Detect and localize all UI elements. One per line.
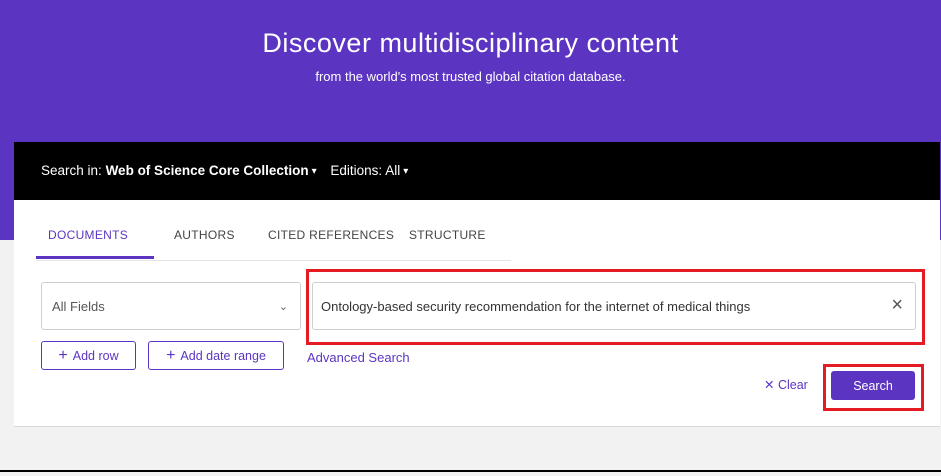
plus-icon: +: [58, 346, 68, 364]
divider: [0, 470, 941, 472]
add-row-label: Add row: [72, 348, 119, 363]
clear-button[interactable]: ✕ Clear: [764, 377, 808, 392]
highlight-box-query: [306, 269, 925, 345]
active-tab-indicator: [36, 256, 154, 259]
hero-title: Discover multidisciplinary content: [262, 28, 679, 58]
collection-row: Search in: Web of Science Core Collectio…: [41, 163, 408, 178]
field-select-value: All Fields: [52, 299, 105, 314]
editions-selector[interactable]: Editions: All ▾: [330, 163, 408, 178]
collection-selector[interactable]: Web of Science Core Collection ▾: [106, 163, 317, 178]
close-icon: ✕: [764, 378, 775, 392]
chevron-down-icon: ⌄: [278, 301, 288, 313]
add-date-range-button[interactable]: + Add date range: [148, 341, 284, 370]
collection-name: Web of Science Core Collection: [105, 163, 309, 178]
tab-structure[interactable]: STRUCTURE: [409, 228, 486, 242]
field-select[interactable]: All Fields ⌄: [41, 282, 301, 330]
plus-icon: +: [166, 346, 176, 364]
search-in-label: Search in:: [41, 163, 102, 178]
highlight-box-search: [823, 364, 924, 411]
collection-bar: Search in: Web of Science Core Collectio…: [14, 142, 940, 200]
advanced-search-link[interactable]: Advanced Search: [307, 350, 410, 365]
chevron-down-icon: ▾: [311, 166, 317, 177]
tab-authors[interactable]: AUTHORS: [174, 228, 235, 242]
hero-subtitle: from the world's most trusted global cit…: [315, 69, 626, 84]
tab-cited-references[interactable]: CITED REFERENCES: [268, 228, 394, 242]
editions-label: Editions: All: [330, 163, 401, 178]
tab-documents[interactable]: DOCUMENTS: [48, 228, 128, 242]
add-row-button[interactable]: + Add row: [41, 341, 136, 370]
add-date-range-label: Add date range: [180, 348, 266, 363]
chevron-down-icon: ▾: [403, 166, 409, 177]
clear-label: Clear: [777, 378, 808, 392]
search-tabs: DOCUMENTS AUTHORS CITED REFERENCES STRUC…: [36, 228, 511, 261]
